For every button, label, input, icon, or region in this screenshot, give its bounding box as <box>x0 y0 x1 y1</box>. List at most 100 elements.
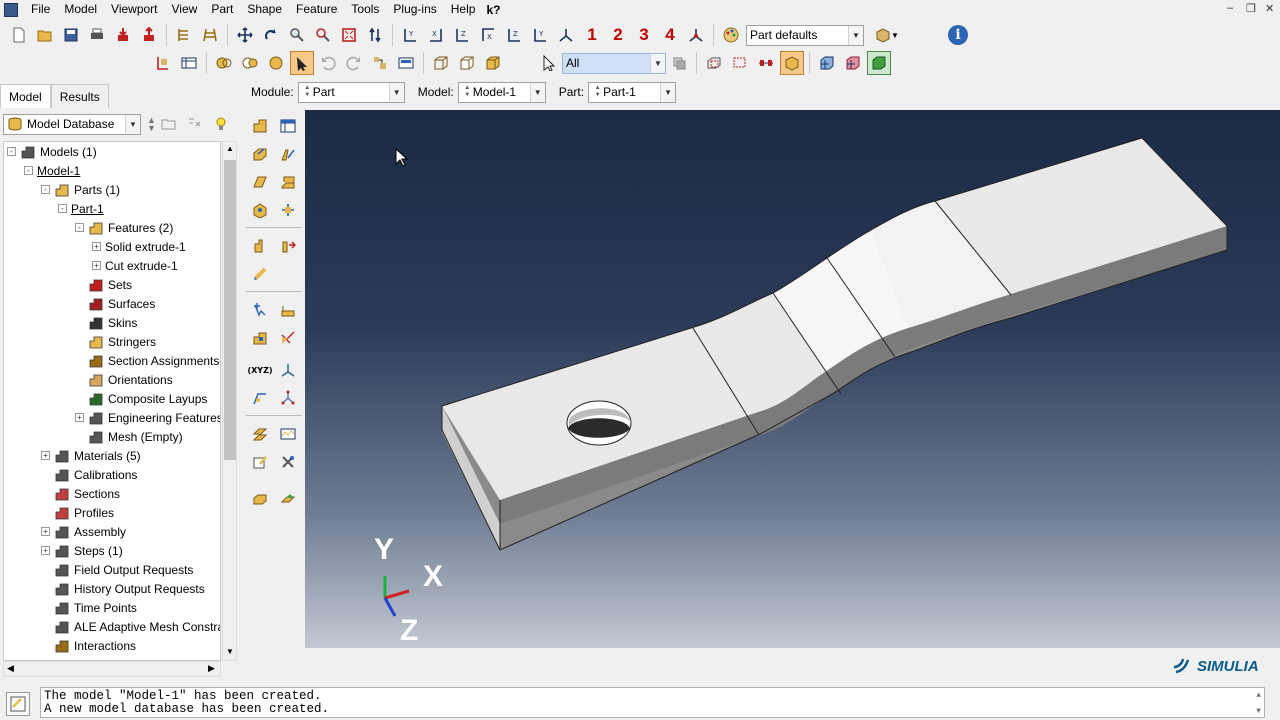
datum-csys-icon[interactable] <box>276 358 300 382</box>
sort-arrows-icon[interactable]: ▲ ▼ <box>147 116 156 133</box>
tree-item[interactable]: + Steps (1) <box>41 541 123 560</box>
expand-icon[interactable]: + <box>92 261 101 270</box>
tree-item[interactable]: History Output Requests <box>41 579 205 598</box>
scroll-down-icon[interactable]: ▼ <box>226 647 234 656</box>
view-top-icon[interactable]: Z <box>450 23 474 47</box>
selection-filter-select[interactable]: All ▼ <box>562 52 666 74</box>
tree-item[interactable]: Sets <box>75 275 132 294</box>
color-palette-icon[interactable] <box>719 23 743 47</box>
expand-icon[interactable]: + <box>41 451 50 460</box>
render-wireframe-icon[interactable] <box>212 51 236 75</box>
render-shaded-icon[interactable] <box>264 51 288 75</box>
spin-arrows-icon[interactable]: ▲ ▼ <box>592 83 603 102</box>
cycle-views-icon[interactable] <box>363 23 387 47</box>
tree-item[interactable]: Interactions <box>41 636 136 655</box>
auto-fit-icon[interactable] <box>337 23 361 47</box>
tree-item[interactable]: + Solid extrude-1 <box>92 237 186 256</box>
expand-icon[interactable]: + <box>75 413 84 422</box>
select-volume-icon[interactable] <box>780 51 804 75</box>
table-icon[interactable] <box>177 51 201 75</box>
menu-shape[interactable]: Shape <box>240 0 289 19</box>
collapse-icon[interactable]: - <box>58 204 67 213</box>
rotate-icon[interactable] <box>259 23 283 47</box>
tree-filter-icon[interactable] <box>183 112 207 136</box>
menu-feature[interactable]: Feature <box>289 0 344 19</box>
tree-item[interactable]: Profiles <box>41 503 114 522</box>
scroll-thumb[interactable] <box>224 160 236 460</box>
app-icon[interactable] <box>4 2 18 17</box>
tab-results[interactable]: Results <box>50 84 109 108</box>
render-hidden-icon[interactable] <box>238 51 262 75</box>
pan-icon[interactable] <box>233 23 257 47</box>
open-folder-icon[interactable] <box>33 23 57 47</box>
import-icon[interactable] <box>111 23 135 47</box>
tree-item[interactable]: ALE Adaptive Mesh Constra <box>41 617 220 636</box>
view-1-button[interactable]: 1 <box>580 23 604 47</box>
xyz-datum-csys-icon[interactable]: (XYZ) <box>247 358 272 382</box>
context-help-icon[interactable]: k? <box>482 3 504 17</box>
lightbulb-icon[interactable] <box>209 112 233 136</box>
spin-arrows-icon[interactable]: ▲ ▼ <box>302 83 313 102</box>
menu-viewport[interactable]: Viewport <box>104 0 164 19</box>
collapse-icon[interactable]: - <box>24 166 33 175</box>
menu-help[interactable]: Help <box>444 0 483 19</box>
tree-item[interactable]: + Assembly <box>41 522 126 541</box>
planar-shell-icon[interactable] <box>248 170 272 194</box>
selection-arrow-icon[interactable] <box>537 51 561 75</box>
tree-list-icon[interactable] <box>172 23 196 47</box>
mesh-view-icon[interactable] <box>815 51 839 75</box>
spin-arrows-icon[interactable]: ▲ ▼ <box>462 83 473 102</box>
new-file-icon[interactable] <box>7 23 31 47</box>
display-group-select[interactable]: Part defaults ▼ <box>746 24 864 46</box>
replace-icon[interactable] <box>368 51 392 75</box>
part-manager-icon[interactable] <box>276 114 300 138</box>
mesh-red-icon[interactable] <box>841 51 865 75</box>
view-front-icon[interactable]: Y <box>398 23 422 47</box>
collapse-icon[interactable]: - <box>75 223 84 232</box>
tree-item[interactable]: Surfaces <box>75 294 155 313</box>
solid-extrude-icon[interactable] <box>248 142 272 166</box>
box-hidden-icon[interactable] <box>455 51 479 75</box>
tree-item[interactable]: - Features (2) <box>75 218 173 237</box>
datum-axis-icon[interactable] <box>276 234 300 258</box>
display-options-icon[interactable] <box>394 51 418 75</box>
datum-points-icon[interactable] <box>276 386 300 410</box>
sketch-icon[interactable] <box>248 422 272 446</box>
model-select[interactable]: ▲ ▼ Model-1 ▼ <box>457 81 546 103</box>
tools-wrench-icon[interactable] <box>276 450 300 474</box>
ladder-icon[interactable] <box>198 23 222 47</box>
virtual-topology-icon[interactable] <box>276 326 300 350</box>
scroll-down-icon[interactable]: ▼ <box>1256 705 1261 718</box>
tree-item[interactable]: + Materials (5) <box>41 446 141 465</box>
view-2-button[interactable]: 2 <box>606 23 630 47</box>
expand-icon[interactable]: + <box>41 527 50 536</box>
tree-item[interactable]: Skins <box>75 313 137 332</box>
tree-vertical-scrollbar[interactable]: ▲ ▼ <box>222 141 237 661</box>
tree-item[interactable]: Time Points <box>41 598 137 617</box>
view-iso-icon[interactable] <box>554 23 578 47</box>
tree-item[interactable]: Field Output Requests <box>41 560 193 579</box>
expand-icon[interactable]: + <box>41 546 50 555</box>
datum-point-icon[interactable] <box>248 234 272 258</box>
menu-part[interactable]: Part <box>204 0 240 19</box>
drag-shape-icon[interactable] <box>728 51 752 75</box>
restore-icon[interactable]: ❐ <box>1246 2 1256 15</box>
box-zoom-icon[interactable] <box>311 23 335 47</box>
menu-view[interactable]: View <box>165 0 205 19</box>
tree-item[interactable]: + Engineering Features <box>75 408 220 427</box>
tree-item[interactable]: Composite Layups <box>75 389 207 408</box>
redo-icon[interactable] <box>342 51 366 75</box>
tree-item[interactable]: Calibrations <box>41 465 137 484</box>
part-select[interactable]: ▲ ▼ Part-1 ▼ <box>588 81 677 103</box>
feature-manager-icon[interactable] <box>276 422 300 446</box>
display-group-tools-icon[interactable]: ▼ <box>870 23 904 47</box>
view-iso-alt-icon[interactable] <box>684 23 708 47</box>
tree-item[interactable]: - Part-1 <box>58 199 104 218</box>
mirror-part-icon[interactable] <box>248 486 272 510</box>
scroll-up-icon[interactable]: ▲ <box>1256 689 1261 702</box>
partition-icon[interactable] <box>248 262 272 286</box>
menu-plugins[interactable]: Plug-ins <box>386 0 443 19</box>
datum-plane-icon[interactable] <box>276 298 300 322</box>
select-region-icon[interactable] <box>702 51 726 75</box>
scroll-right-icon[interactable]: ▶ <box>208 663 215 674</box>
